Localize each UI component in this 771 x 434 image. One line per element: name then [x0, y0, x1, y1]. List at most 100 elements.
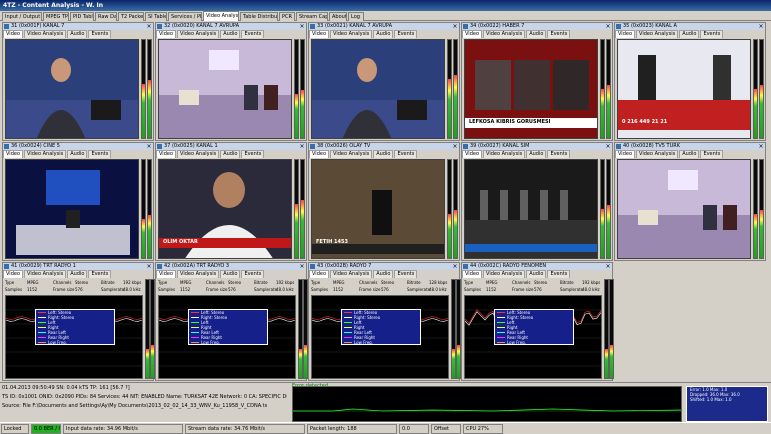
- pane-tab-video[interactable]: Video: [309, 150, 330, 158]
- tab-pcr[interactable]: PCR: [279, 12, 295, 21]
- video-frame[interactable]: FETIH 1453: [311, 159, 445, 259]
- pane-tab-video[interactable]: Video: [3, 30, 24, 38]
- pane-tab-video[interactable]: Video: [462, 270, 483, 278]
- pane-tab-video-analysis[interactable]: Video Analysis: [24, 150, 67, 158]
- pane-tab-events[interactable]: Events: [88, 150, 112, 158]
- pane-tab-events[interactable]: Events: [700, 150, 724, 158]
- tab-si-tables[interactable]: SI Tables: [145, 12, 167, 21]
- close-icon[interactable]: ×: [146, 263, 152, 270]
- pane-tab-video[interactable]: Video: [615, 150, 636, 158]
- pane-tab-audio[interactable]: Audio: [67, 30, 88, 38]
- tab-mpeg-tp[interactable]: MPEG TP: [43, 12, 69, 21]
- close-icon[interactable]: ×: [758, 143, 764, 150]
- tab-services-pids[interactable]: Services / PIDs: [168, 12, 202, 21]
- pane-tab-video-analysis[interactable]: Video Analysis: [177, 30, 220, 38]
- pane-tab-audio[interactable]: Audio: [373, 150, 394, 158]
- pane-tab-events[interactable]: Events: [88, 30, 112, 38]
- audio-value-samplerate: 48.0 kHz: [123, 287, 141, 292]
- pane-tab-video-analysis[interactable]: Video Analysis: [330, 270, 373, 278]
- tab-about[interactable]: About: [329, 12, 347, 21]
- pane-tab-audio[interactable]: Audio: [220, 150, 241, 158]
- video-frame[interactable]: LEFKOSA KIBRIS GORUSMESI: [464, 39, 598, 139]
- video-frame[interactable]: [464, 159, 598, 259]
- pane-tab-video[interactable]: Video: [3, 270, 24, 278]
- close-icon[interactable]: ×: [146, 23, 152, 30]
- tab-table-distribution[interactable]: Table Distribution: [240, 12, 278, 21]
- close-icon[interactable]: ×: [146, 143, 152, 150]
- tab-pid-table[interactable]: PID Table: [70, 12, 94, 21]
- video-frame[interactable]: [311, 39, 445, 139]
- pane-tab-audio[interactable]: Audio: [526, 270, 547, 278]
- video-frame[interactable]: [5, 39, 139, 139]
- tab-raw-data[interactable]: Raw Data: [95, 12, 117, 21]
- pane-tab-audio[interactable]: Audio: [526, 150, 547, 158]
- tab-input-output[interactable]: Input / Output: [2, 12, 42, 21]
- audio-label-type: Type: [158, 280, 168, 285]
- pane-tab-video[interactable]: Video: [309, 270, 330, 278]
- pane-tab-video[interactable]: Video: [156, 270, 177, 278]
- pane-tab-video[interactable]: Video: [156, 150, 177, 158]
- presenter-2: [713, 55, 731, 100]
- pane-tab-video-analysis[interactable]: Video Analysis: [483, 270, 526, 278]
- pane-tab-video-analysis[interactable]: Video Analysis: [24, 30, 67, 38]
- close-icon[interactable]: ×: [299, 143, 305, 150]
- pane-tab-events[interactable]: Events: [241, 270, 265, 278]
- pane-tab-audio[interactable]: Audio: [373, 270, 394, 278]
- video-frame[interactable]: [5, 159, 139, 259]
- meter-level: [610, 344, 613, 378]
- close-icon[interactable]: ×: [605, 263, 611, 270]
- pane-tab-video[interactable]: Video: [3, 150, 24, 158]
- close-icon[interactable]: ×: [452, 263, 458, 270]
- close-icon[interactable]: ×: [605, 23, 611, 30]
- video-frame[interactable]: 0 216 449 21 21: [617, 39, 751, 139]
- pane-tab-video[interactable]: Video: [309, 30, 330, 38]
- pane-tab-video-analysis[interactable]: Video Analysis: [177, 270, 220, 278]
- pane-tab-video[interactable]: Video: [462, 30, 483, 38]
- pane-tab-video-analysis[interactable]: Video Analysis: [636, 150, 679, 158]
- pane-tab-events[interactable]: Events: [241, 150, 265, 158]
- video-frame[interactable]: [617, 159, 751, 259]
- pane-tab-video-analysis[interactable]: Video Analysis: [330, 150, 373, 158]
- pane-tab-events[interactable]: Events: [394, 270, 418, 278]
- pane-tab-events[interactable]: Events: [547, 30, 571, 38]
- pane-tab-events[interactable]: Events: [547, 270, 571, 278]
- pane-title-text: 36 (0x0024) CINE 5: [11, 143, 60, 149]
- pane-tab-video[interactable]: Video: [615, 30, 636, 38]
- pane-tab-video-analysis[interactable]: Video Analysis: [330, 30, 373, 38]
- tab-stream-capture[interactable]: Stream Capture: [296, 12, 328, 21]
- pane-tab-events[interactable]: Events: [700, 30, 724, 38]
- pane-tab-audio[interactable]: Audio: [220, 30, 241, 38]
- pane-tab-events[interactable]: Events: [547, 150, 571, 158]
- pane-tab-video-analysis[interactable]: Video Analysis: [636, 30, 679, 38]
- pane-tab-audio[interactable]: Audio: [67, 150, 88, 158]
- close-icon[interactable]: ×: [299, 23, 305, 30]
- pane-tab-audio[interactable]: Audio: [526, 30, 547, 38]
- news-screen: [46, 170, 100, 205]
- pane-tab-audio[interactable]: Audio: [67, 270, 88, 278]
- video-frame[interactable]: OLIM OKTAR: [158, 159, 292, 259]
- close-icon[interactable]: ×: [299, 263, 305, 270]
- pane-tab-video[interactable]: Video: [462, 150, 483, 158]
- tab-log[interactable]: Log: [348, 12, 364, 21]
- tab-video-analysis[interactable]: Video Analysis: [203, 11, 239, 21]
- pane-tab-audio[interactable]: Audio: [220, 270, 241, 278]
- sofa: [179, 90, 199, 105]
- pane-tab-events[interactable]: Events: [394, 150, 418, 158]
- video-frame[interactable]: [158, 39, 292, 139]
- close-icon[interactable]: ×: [452, 23, 458, 30]
- tab-t2-packets[interactable]: T2 Packets: [118, 12, 144, 21]
- pane-tab-audio[interactable]: Audio: [679, 150, 700, 158]
- pane-tab-audio[interactable]: Audio: [373, 30, 394, 38]
- pane-tab-events[interactable]: Events: [88, 270, 112, 278]
- close-icon[interactable]: ×: [605, 143, 611, 150]
- close-icon[interactable]: ×: [452, 143, 458, 150]
- pane-tab-video[interactable]: Video: [156, 30, 177, 38]
- pane-tab-video-analysis[interactable]: Video Analysis: [177, 150, 220, 158]
- pane-tab-video-analysis[interactable]: Video Analysis: [24, 270, 67, 278]
- close-icon[interactable]: ×: [758, 23, 764, 30]
- pane-tab-video-analysis[interactable]: Video Analysis: [483, 150, 526, 158]
- pane-tab-events[interactable]: Events: [241, 30, 265, 38]
- pane-tab-events[interactable]: Events: [394, 30, 418, 38]
- pane-tab-audio[interactable]: Audio: [679, 30, 700, 38]
- pane-tab-video-analysis[interactable]: Video Analysis: [483, 30, 526, 38]
